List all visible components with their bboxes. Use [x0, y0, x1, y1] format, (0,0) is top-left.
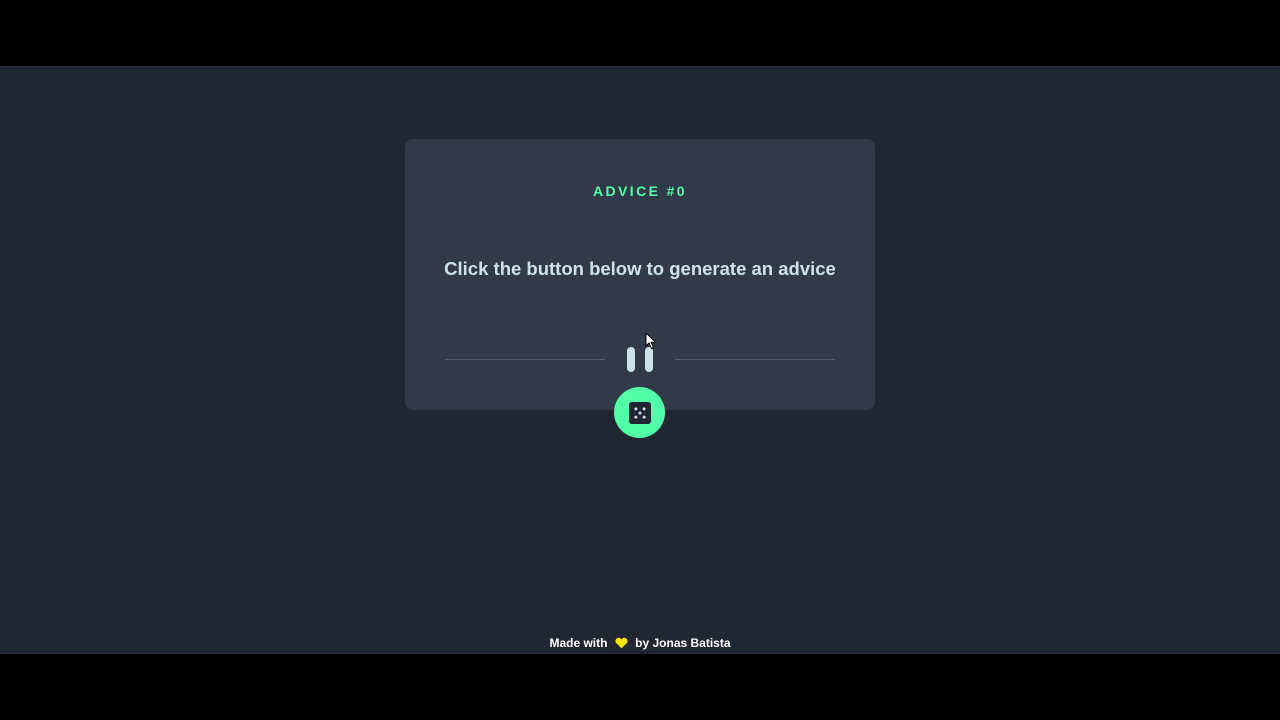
page-background: ADVICE #0 Click the button below to gene… — [0, 66, 1280, 654]
divider-line-left — [445, 359, 605, 360]
advice-text: Click the button below to generate an ad… — [444, 258, 836, 279]
pause-icon — [627, 347, 655, 373]
mouse-pointer-icon — [645, 332, 657, 350]
footer-made-with: Made with — [549, 636, 608, 650]
divider-line-right — [675, 359, 835, 360]
footer-author: by Jonas Batista — [635, 636, 731, 650]
dice-icon — [628, 401, 651, 424]
advice-card: ADVICE #0 Click the button below to gene… — [405, 139, 875, 410]
card-divider — [445, 347, 835, 373]
heart-icon — [615, 637, 628, 649]
footer-credit: Made with by Jonas Batista — [0, 636, 1280, 650]
generate-advice-button[interactable] — [614, 387, 665, 438]
advice-id-label: ADVICE #0 — [593, 183, 687, 199]
